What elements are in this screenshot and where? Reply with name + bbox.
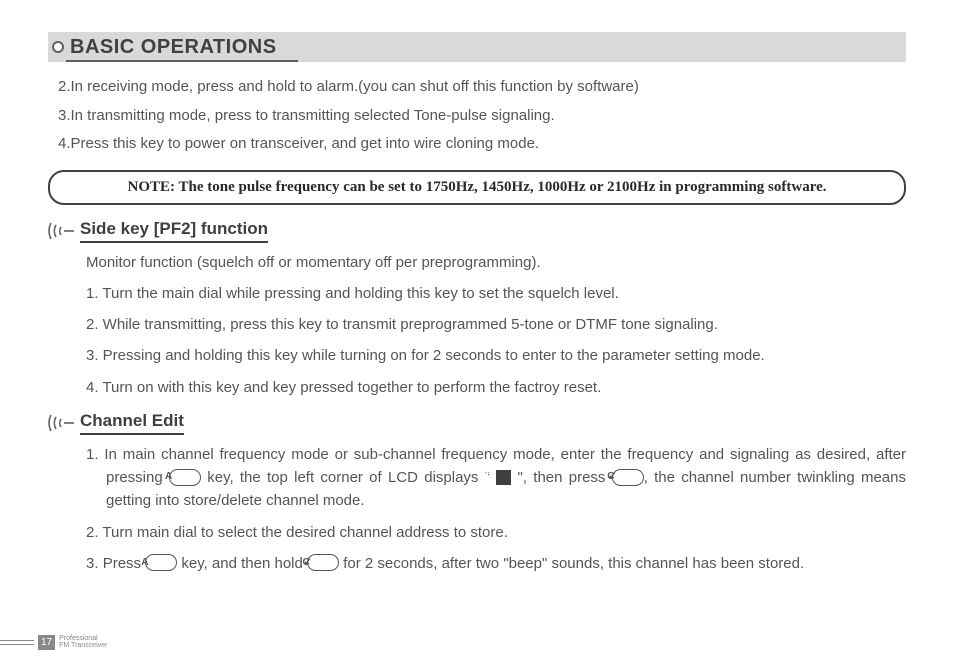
text: ", then press [511,469,611,486]
page-footer: 17 Professional FM Transceiver [0,635,107,650]
list-num: 1. [86,446,99,463]
text: for 2 seconds, after two "beep" sounds, … [339,555,804,572]
footer-line1: Professional [59,635,107,643]
pf2-item-4: 4. Turn on with this key and key pressed… [86,376,906,399]
list-num: 3. [86,555,99,572]
key-a-icon: A [169,469,201,486]
footer-lines-icon [0,640,34,645]
intro-item-3: 3.In transmitting mode, press to transmi… [58,105,906,128]
pf2-item-3: 3. Pressing and holding this key while t… [86,344,906,367]
section-head-channel: Channel Edit [48,411,906,435]
channel-item-3: 3. Press A key, and then hold C✓ for 2 s… [86,552,906,575]
section-header-bar: BASIC OPERATIONS [48,32,906,62]
page-section-title: BASIC OPERATIONS [70,36,277,59]
intro-item-2: 2.In receiving mode, press and hold to a… [58,76,906,99]
radio-wave-icon [48,412,74,434]
radio-wave-icon [48,220,74,242]
key-a-icon: A [145,554,177,571]
pf2-intro: Monitor function (squelch off or momenta… [86,251,906,274]
text: key, and then hold [177,555,307,572]
note-box: NOTE: The tone pulse frequency can be se… [48,170,906,205]
header-underline [66,60,298,62]
channel-content: 1. In main channel frequency mode or sub… [48,443,906,575]
page-number: 17 [38,635,55,650]
lcd-f-icon: F [496,470,511,485]
footer-line2: FM Transceiver [59,642,107,650]
pf2-content: Monitor function (squelch off or momenta… [48,251,906,399]
header-bullet-icon [52,41,64,53]
section-title-channel: Channel Edit [80,411,184,435]
intro-paragraphs: 2.In receiving mode, press and hold to a… [48,76,906,156]
key-c-icon: C✓ [612,469,644,486]
section-head-pf2: Side key [PF2] function [48,219,906,243]
intro-item-4: 4.Press this key to power on transceiver… [58,133,906,156]
section-title-pf2: Side key [PF2] function [80,219,268,243]
text: key, the top left corner of LCD displays… [201,469,496,486]
channel-item-2: 2. Turn main dial to select the desired … [86,521,906,544]
pf2-item-1: 1. Turn the main dial while pressing and… [86,282,906,305]
pf2-item-2: 2. While transmitting, press this key to… [86,313,906,336]
channel-item-1: 1. In main channel frequency mode or sub… [86,443,906,513]
key-c-icon: C✓ [307,554,339,571]
text: Press [103,555,146,572]
footer-text: Professional FM Transceiver [59,635,107,650]
